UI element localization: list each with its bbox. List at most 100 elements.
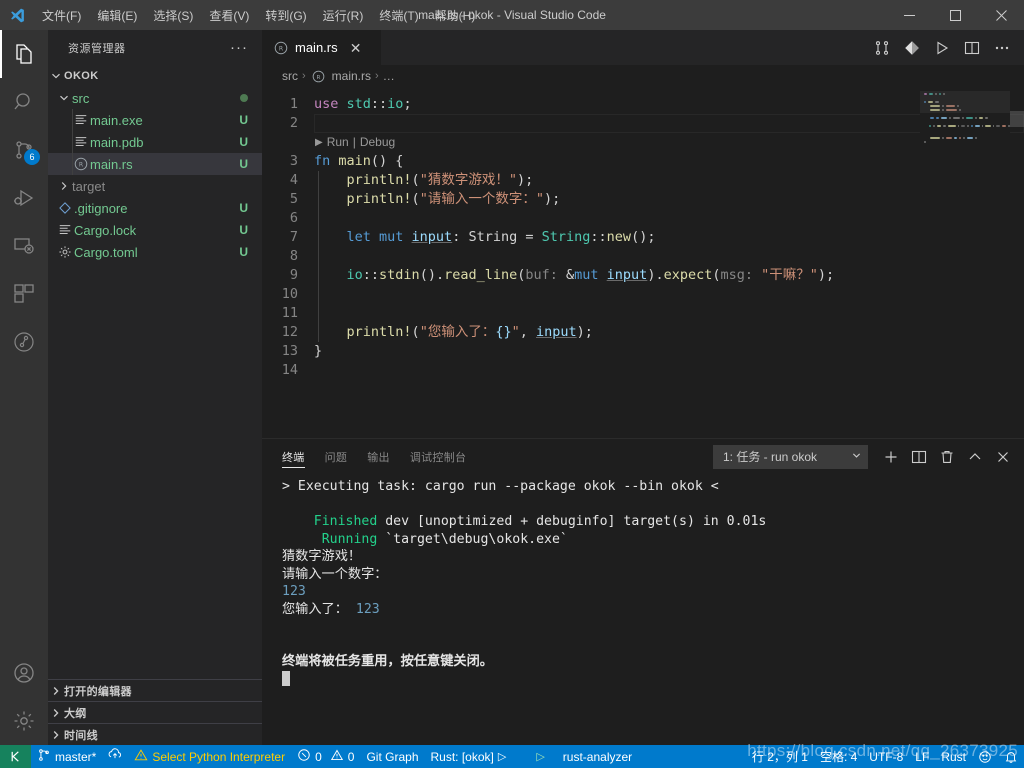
line-number-gutter: 1 2 . 3 4 5 6 7 8 9 10 11 12 13 (262, 87, 314, 438)
tree-item-main-rs[interactable]: R main.rs U (48, 153, 262, 175)
menu-selection[interactable]: 选择(S) (145, 0, 201, 30)
status-rust-target[interactable]: Rust: [okok] ▷ (425, 745, 513, 768)
status-line-col[interactable]: 行 2，列 1 (746, 745, 814, 768)
status-problems[interactable]: 0 0 (291, 745, 360, 768)
code-token: mut (379, 229, 412, 245)
menu-run[interactable]: 运行(R) (315, 0, 372, 30)
tree-item-target[interactable]: target (48, 175, 262, 197)
codelens-debug-link[interactable]: Debug (360, 133, 395, 152)
sidebar: 资源管理器 ··· OKOK src main.exe U main.pdb U… (48, 30, 262, 745)
menu-view[interactable]: 查看(V) (201, 0, 257, 30)
code-editor[interactable]: 1 2 . 3 4 5 6 7 8 9 10 11 12 13 (262, 87, 1024, 438)
status-sync[interactable] (102, 745, 128, 768)
breadcrumb-item-main-rs[interactable]: R main.rs (310, 69, 371, 83)
close-button[interactable] (978, 0, 1024, 30)
code-token: stdin (379, 267, 420, 283)
file-tree[interactable]: OKOK src main.exe U main.pdb U R main.rs… (48, 65, 262, 679)
tree-item-main-exe[interactable]: main.exe U (48, 109, 262, 131)
code-token: expect (663, 267, 713, 283)
menu-bar[interactable]: 文件(F) 编辑(E) 选择(S) 查看(V) 转到(G) 运行(R) 终端(T… (34, 0, 483, 30)
code-content[interactable]: use std::io; ▶ Run | Debug fn main() { print… (314, 87, 1024, 438)
section-timeline[interactable]: 时间线 (48, 723, 262, 745)
git-diff-icon[interactable] (898, 34, 926, 62)
codelens-run-link[interactable]: Run (327, 133, 349, 152)
status-python-interpreter[interactable]: Select Python Interpreter (128, 745, 291, 768)
minimap-token (985, 125, 991, 127)
panel-tab-problems[interactable]: 问题 (325, 439, 348, 474)
terminal-selector-dropdown[interactable]: 1: 任务 - run okok (713, 444, 868, 469)
chevron-right-icon (56, 181, 72, 191)
menu-help[interactable]: 帮助(H) (427, 0, 484, 30)
tree-item-label: main.exe (90, 112, 143, 128)
tree-root-okok[interactable]: OKOK (48, 65, 262, 87)
status-rust-analyzer[interactable]: ▷ rust-analyzer (530, 745, 638, 768)
status-branch[interactable]: master* (31, 745, 102, 768)
menu-terminal[interactable]: 终端(T) (371, 0, 426, 30)
status-git-graph[interactable]: Git Graph (360, 745, 424, 768)
run-debug-icon[interactable] (0, 174, 48, 222)
sidebar-more-actions-icon[interactable]: ··· (230, 39, 254, 56)
section-open-editors[interactable]: 打开的编辑器 (48, 679, 262, 701)
panel-tab-debug-console[interactable]: 调试控制台 (410, 439, 467, 474)
tree-item-src[interactable]: src (48, 87, 262, 109)
status-notifications[interactable] (998, 745, 1024, 768)
status-eol[interactable]: LF (909, 745, 935, 768)
minimap-token (941, 117, 948, 119)
minimize-button[interactable] (886, 0, 932, 30)
status-language-mode[interactable]: Rust (935, 745, 972, 768)
minimap-token (975, 125, 980, 127)
more-actions-icon[interactable] (988, 34, 1016, 62)
kill-terminal-icon[interactable] (934, 444, 960, 470)
maximize-panel-icon[interactable] (962, 444, 988, 470)
tab-main-rs[interactable]: R main.rs ✕ (262, 30, 382, 65)
testing-icon[interactable] (0, 318, 48, 366)
split-terminal-icon[interactable] (906, 444, 932, 470)
close-panel-icon[interactable] (990, 444, 1016, 470)
extensions-icon[interactable] (0, 270, 48, 318)
terminal-line: > Executing task: cargo run --package ok… (282, 478, 1024, 496)
remote-window-icon[interactable] (0, 745, 31, 768)
minimap-slider[interactable] (920, 91, 1010, 113)
menu-edit[interactable]: 编辑(E) (89, 0, 145, 30)
tree-item-main-pdb[interactable]: main.pdb U (48, 131, 262, 153)
menu-file[interactable]: 文件(F) (34, 0, 89, 30)
breadcrumb-item-src[interactable]: src (282, 69, 298, 83)
editor-scrollbar[interactable] (1010, 87, 1024, 438)
remote-explorer-icon[interactable] (0, 222, 48, 270)
explorer-icon[interactable] (0, 30, 48, 78)
editor-scrollbar-thumb[interactable] (1010, 111, 1024, 127)
settings-gear-icon[interactable] (0, 697, 48, 745)
code-token: "干嘛？" (761, 267, 818, 283)
tree-item-gitignore[interactable]: .gitignore U (48, 197, 262, 219)
code-token: ). (647, 267, 664, 283)
section-outline[interactable]: 大纲 (48, 701, 262, 723)
menu-go[interactable]: 转到(G) (257, 0, 314, 30)
search-icon[interactable] (0, 78, 48, 126)
minimap[interactable] (920, 87, 1010, 438)
account-icon[interactable] (0, 649, 48, 697)
title-bar: 文件(F) 编辑(E) 选择(S) 查看(V) 转到(G) 运行(R) 终端(T… (0, 0, 1024, 30)
git-status-badge: U (239, 223, 248, 237)
code-token: mut (574, 267, 607, 283)
indent-guide (318, 304, 319, 323)
rust-file-icon: R (72, 157, 90, 171)
new-terminal-icon[interactable] (878, 444, 904, 470)
run-code-icon[interactable] (928, 34, 956, 62)
maximize-button[interactable] (932, 0, 978, 30)
close-tab-icon[interactable]: ✕ (348, 41, 364, 55)
status-indentation[interactable]: 空格: 4 (814, 745, 863, 768)
tree-item-cargo-toml[interactable]: Cargo.toml U (48, 241, 262, 263)
compare-changes-icon[interactable] (868, 34, 896, 62)
panel-tab-terminal[interactable]: 终端 (282, 439, 305, 474)
split-editor-icon[interactable] (958, 34, 986, 62)
source-control-icon[interactable]: 6 (0, 126, 48, 174)
terminal-output[interactable]: > Executing task: cargo run --package ok… (262, 474, 1024, 745)
breadcrumb-item-more[interactable]: … (383, 69, 395, 83)
status-feedback[interactable] (972, 745, 998, 768)
tree-item-cargo-lock[interactable]: Cargo.lock U (48, 219, 262, 241)
terminal-line: Running `target\debug\okok.exe` (282, 531, 1024, 549)
tree-item-label: Cargo.lock (74, 222, 137, 238)
panel-tab-output[interactable]: 输出 (367, 439, 390, 474)
code-token: ; (403, 96, 412, 112)
status-encoding[interactable]: UTF-8 (863, 745, 909, 768)
